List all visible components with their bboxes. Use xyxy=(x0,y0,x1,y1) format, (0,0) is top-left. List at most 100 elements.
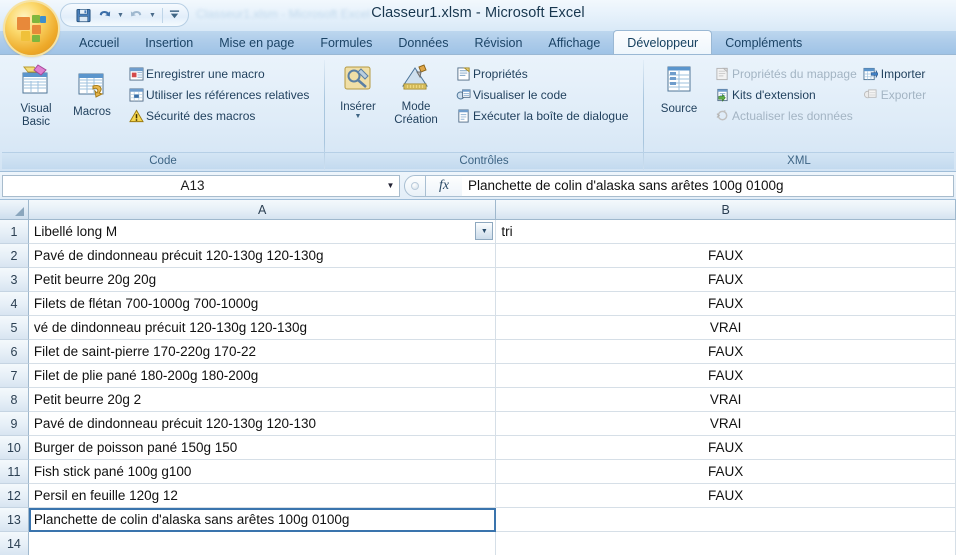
run-dialog-label: Exécuter la boîte de dialogue xyxy=(473,108,629,123)
tab-affichage[interactable]: Affichage xyxy=(535,31,613,54)
ribbon-group-controles: Insérer ▼ Mode Création Propriétés Visua… xyxy=(325,57,643,169)
insert-function-button[interactable]: fx xyxy=(426,174,462,197)
cell-b14[interactable] xyxy=(496,532,956,555)
row-header-6[interactable]: 6 xyxy=(0,340,29,364)
export-button[interactable]: Exporter xyxy=(861,84,926,105)
cell-b8[interactable]: VRAI xyxy=(496,388,956,412)
cell-a4[interactable]: Filets de flétan 700-1000g 700-1000g xyxy=(28,292,497,316)
import-label: Importer xyxy=(880,66,926,81)
cell-a2[interactable]: Pavé de dindonneau précuit 120-130g 120-… xyxy=(28,244,497,268)
autofilter-dropdown-icon[interactable]: ▼ xyxy=(475,222,494,240)
ribbon-group-code: Visual Basic Macros Enregistrer une macr… xyxy=(2,57,324,169)
run-dialog-button[interactable]: Exécuter la boîte de dialogue xyxy=(453,105,628,126)
visual-basic-button[interactable]: Visual Basic xyxy=(8,61,64,129)
window-title: Classeur1.xlsm - Microsoft Excel xyxy=(371,5,585,21)
expansion-packs-button[interactable]: Kits d'extension xyxy=(712,84,857,105)
table-row: 14 xyxy=(0,532,956,555)
row-header-4[interactable]: 4 xyxy=(0,292,29,316)
tab-donnees[interactable]: Données xyxy=(385,31,461,54)
cell-a8[interactable]: Petit beurre 20g 2 xyxy=(28,388,497,412)
relative-references-button[interactable]: Utiliser les références relatives xyxy=(126,84,309,105)
row-header-2[interactable]: 2 xyxy=(0,244,29,268)
expansion-packs-label: Kits d'extension xyxy=(732,87,816,102)
table-row: 4 Filets de flétan 700-1000g 700-1000g F… xyxy=(0,292,956,316)
insert-control-icon xyxy=(341,64,375,98)
map-properties-button[interactable]: Propriétés du mappage xyxy=(712,63,857,84)
record-macro-button[interactable]: Enregistrer une macro xyxy=(126,63,309,84)
cell-a3[interactable]: Petit beurre 20g 20g xyxy=(28,268,497,292)
tab-mise-en-page[interactable]: Mise en page xyxy=(206,31,307,54)
cell-a6[interactable]: Filet de saint-pierre 170-220g 170-22 xyxy=(28,340,497,364)
import-button[interactable]: Importer xyxy=(861,63,926,84)
cell-a14[interactable] xyxy=(29,532,497,555)
cell-b13[interactable] xyxy=(496,508,956,532)
cell-a11[interactable]: Fish stick pané 100g g100 xyxy=(28,460,497,484)
view-code-button[interactable]: Visualiser le code xyxy=(453,84,628,105)
table-row: 9 Pavé de dindonneau précuit 120-130g 12… xyxy=(0,412,956,436)
tab-developpeur[interactable]: Développeur xyxy=(613,30,713,54)
cell-b5[interactable]: VRAI xyxy=(496,316,956,340)
design-mode-button[interactable]: Mode Création xyxy=(385,61,447,127)
cell-a5[interactable]: vé de dindonneau précuit 120-130g 120-13… xyxy=(28,316,497,340)
formula-input[interactable]: Planchette de colin d'alaska sans arêtes… xyxy=(462,174,954,197)
cell-b12[interactable]: FAUX xyxy=(496,484,956,508)
export-icon xyxy=(861,88,881,102)
cell-b3[interactable]: FAUX xyxy=(496,268,956,292)
design-mode-label-2: Création xyxy=(394,114,438,126)
macro-security-button[interactable]: Sécurité des macros xyxy=(126,105,309,126)
office-button[interactable] xyxy=(5,2,58,55)
row-header-3[interactable]: 3 xyxy=(0,268,29,292)
formula-bar: A13 ▼ fx Planchette de colin d'alaska sa… xyxy=(0,172,956,200)
row-header-7[interactable]: 7 xyxy=(0,364,29,388)
cell-b7[interactable]: FAUX xyxy=(496,364,956,388)
ribbon-tabs: Accueil Insertion Mise en page Formules … xyxy=(0,30,956,55)
cell-a12[interactable]: Persil en feuille 120g 12 xyxy=(28,484,497,508)
cell-b2[interactable]: FAUX xyxy=(496,244,956,268)
macros-button[interactable]: Macros xyxy=(64,70,120,119)
visual-basic-label-1: Visual xyxy=(20,103,52,115)
name-box-dropdown-icon[interactable]: ▼ xyxy=(382,181,399,190)
ribbon-group-label-xml: XML xyxy=(644,152,954,169)
insert-control-button[interactable]: Insérer ▼ xyxy=(331,61,385,120)
name-box-value: A13 xyxy=(180,178,205,193)
tab-revision[interactable]: Révision xyxy=(461,31,535,54)
ribbon-group-label-controles: Contrôles xyxy=(325,152,643,169)
design-mode-icon xyxy=(399,64,433,98)
tab-formules[interactable]: Formules xyxy=(307,31,385,54)
column-header-a[interactable]: A xyxy=(28,200,497,220)
formula-bar-resize-handle[interactable] xyxy=(404,174,426,197)
chevron-down-icon[interactable]: ▼ xyxy=(355,113,362,120)
tab-insertion[interactable]: Insertion xyxy=(132,31,206,54)
cell-b11[interactable]: FAUX xyxy=(496,460,956,484)
cell-a10[interactable]: Burger de poisson pané 150g 150 xyxy=(28,436,497,460)
row-header-9[interactable]: 9 xyxy=(0,412,29,436)
cell-a9[interactable]: Pavé de dindonneau précuit 120-130g 120-… xyxy=(28,412,497,436)
row-header-10[interactable]: 10 xyxy=(0,436,29,460)
export-label: Exporter xyxy=(880,87,927,102)
xml-source-button[interactable]: Source xyxy=(650,61,708,116)
row-header-1[interactable]: 1 xyxy=(0,220,29,244)
refresh-data-button[interactable]: Actualiser les données xyxy=(712,105,857,126)
cell-b4[interactable]: FAUX xyxy=(496,292,956,316)
column-header-b[interactable]: B xyxy=(496,200,956,220)
cell-b9[interactable]: VRAI xyxy=(496,412,956,436)
cell-a13[interactable]: Planchette de colin d'alaska sans arêtes… xyxy=(28,508,497,532)
row-header-11[interactable]: 11 xyxy=(0,460,29,484)
cell-a7[interactable]: Filet de plie pané 180-200g 180-200g xyxy=(28,364,497,388)
row-header-5[interactable]: 5 xyxy=(0,316,29,340)
cell-a1[interactable]: Libellé long M ▼ xyxy=(28,220,497,244)
name-box[interactable]: A13 ▼ xyxy=(2,174,400,197)
column-headers: A B xyxy=(0,200,956,220)
select-all-button[interactable] xyxy=(0,200,29,220)
row-header-14[interactable]: 14 xyxy=(0,532,29,555)
tab-complements[interactable]: Compléments xyxy=(712,31,815,54)
row-header-13[interactable]: 13 xyxy=(0,508,29,532)
cell-b1[interactable]: tri xyxy=(496,220,956,244)
tab-accueil[interactable]: Accueil xyxy=(66,31,132,54)
expansion-packs-icon xyxy=(712,88,732,102)
cell-b10[interactable]: FAUX xyxy=(496,436,956,460)
properties-button[interactable]: Propriétés xyxy=(453,63,628,84)
row-header-12[interactable]: 12 xyxy=(0,484,29,508)
row-header-8[interactable]: 8 xyxy=(0,388,29,412)
cell-b6[interactable]: FAUX xyxy=(496,340,956,364)
